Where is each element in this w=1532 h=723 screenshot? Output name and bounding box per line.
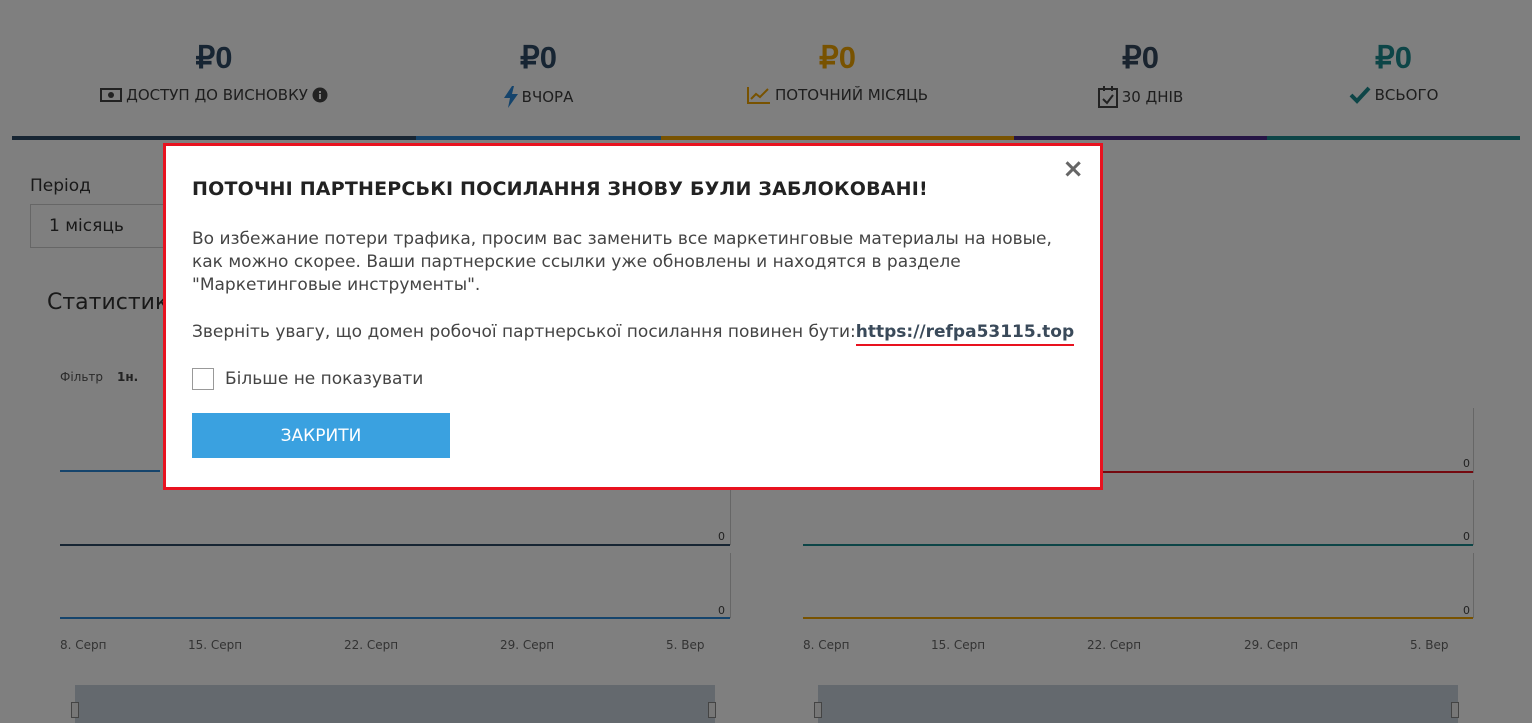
dont-show-again-label[interactable]: Більше не показувати (225, 369, 423, 389)
dont-show-again-checkbox[interactable] (192, 368, 214, 390)
modal-title: ПОТОЧНІ ПАРТНЕРСЬКІ ПОСИЛАННЯ ЗНОВУ БУЛИ… (192, 178, 928, 200)
dont-show-again-row[interactable]: Більше не показувати (192, 368, 423, 390)
close-icon[interactable]: × (1062, 156, 1084, 182)
close-button[interactable]: ЗАКРИТИ (192, 413, 450, 458)
partner-domain-link[interactable]: https://refpa53115.top (855, 322, 1075, 346)
modal-domain-notice: Зверніть увагу, що домен робочої партнер… (192, 322, 1075, 346)
domain-notice-text: Зверніть увагу, що домен робочої партнер… (192, 322, 856, 342)
blocked-links-modal: × ПОТОЧНІ ПАРТНЕРСЬКІ ПОСИЛАННЯ ЗНОВУ БУ… (163, 143, 1103, 490)
modal-message: Во избежание потери трафика, просим вас … (192, 229, 1052, 295)
